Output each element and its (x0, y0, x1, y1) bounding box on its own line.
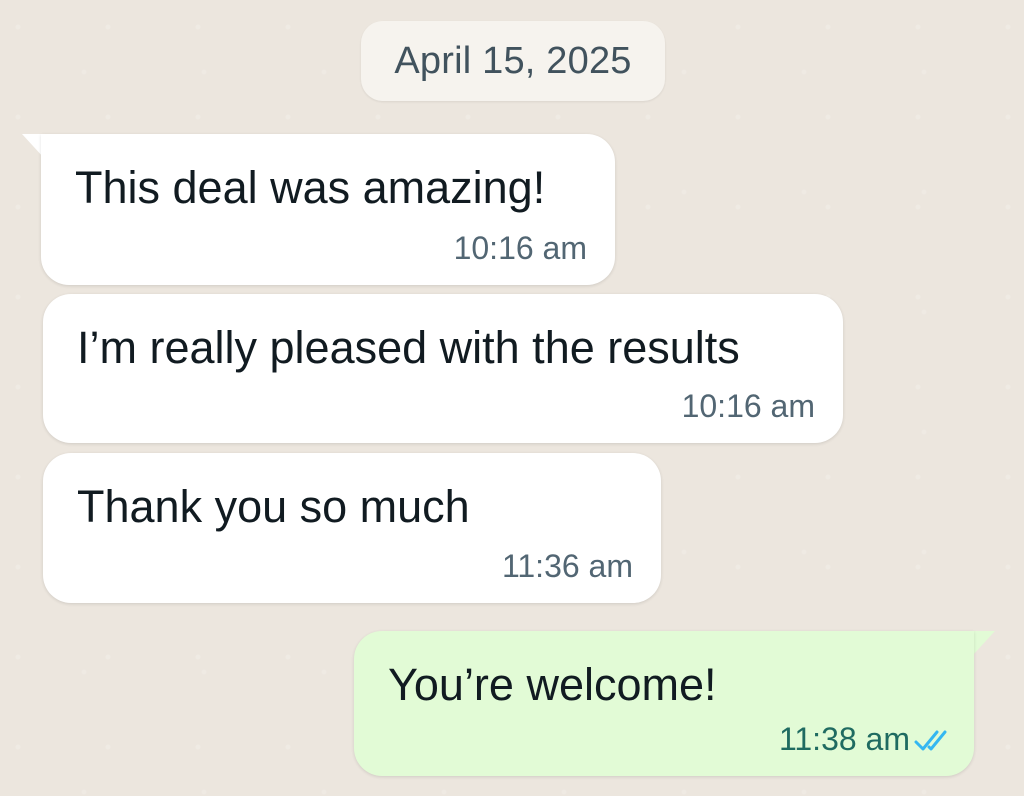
double-check-icon (914, 730, 947, 751)
message-bubble-incoming[interactable]: I’m really pleased with the results 10:1… (43, 294, 843, 443)
message-bubble-outgoing[interactable]: You’re welcome! 11:38 am (354, 631, 974, 776)
date-divider: April 15, 2025 (361, 21, 665, 101)
message-text: You’re welcome! (388, 659, 717, 710)
outgoing-bubble-tail (973, 631, 995, 655)
message-text: I’m really pleased with the results (77, 322, 740, 373)
message-time: 10:16 am (453, 230, 587, 266)
message-text: This deal was amazing! (75, 162, 546, 213)
message-time: 11:38 am (778, 721, 910, 757)
chat-area[interactable]: April 15, 2025 This deal was amazing! 10… (0, 0, 1024, 796)
message-bubble-incoming[interactable]: Thank you so much 11:36 am (43, 453, 661, 603)
message-time: 11:36 am (501, 548, 633, 584)
message-time: 10:16 am (681, 388, 815, 424)
message-bubble-incoming[interactable]: This deal was amazing! 10:16 am (41, 134, 615, 285)
message-text: Thank you so much (77, 481, 470, 532)
date-divider-label: April 15, 2025 (394, 39, 632, 82)
